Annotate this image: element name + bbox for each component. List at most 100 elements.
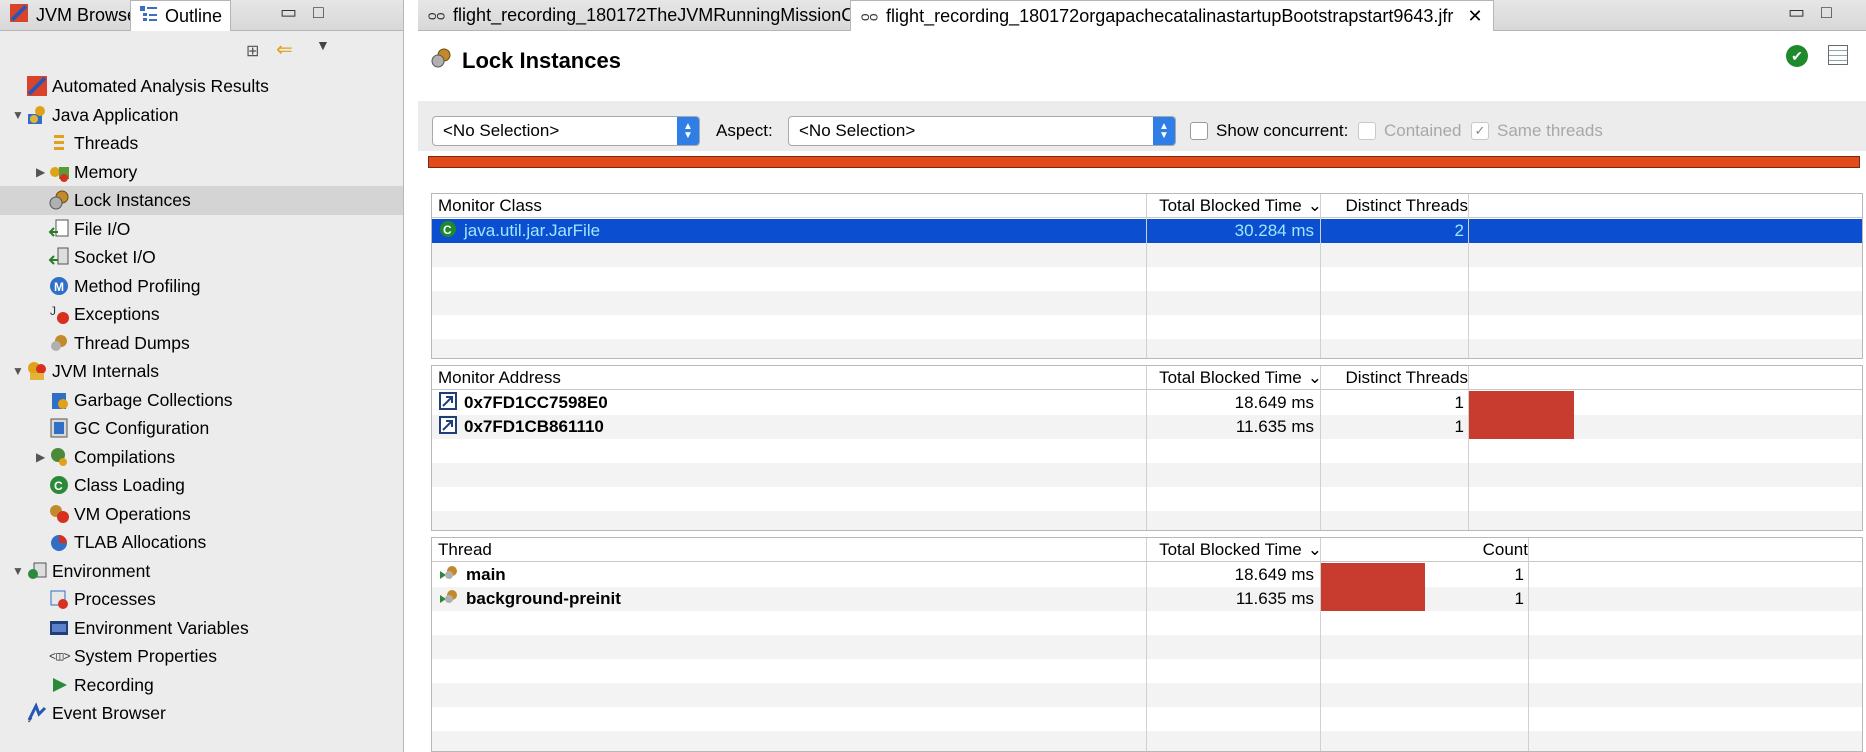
selection-combo[interactable]: <No Selection> ▲ ▼ [432, 116, 700, 146]
tree-item-method-profiling[interactable]: M Method Profiling [0, 272, 403, 301]
view-menu-icon[interactable]: ▼ [316, 37, 330, 53]
tree-item-label: TLAB Allocations [74, 532, 207, 552]
memory-icon [48, 161, 70, 183]
column-separator[interactable] [1146, 194, 1147, 358]
tree-item-memory[interactable]: ▶ Memory [0, 158, 403, 187]
tree-item-vm-operations[interactable]: VM Operations [0, 500, 403, 529]
table-row[interactable]: main 18.649 ms 1 [432, 563, 1862, 587]
tree-item-event-browser[interactable]: ✓ Event Browser [0, 699, 403, 728]
recording-file-icon: ᴑᴑ [861, 8, 879, 24]
share-bar [1321, 587, 1425, 611]
tree-item-label: Garbage Collections [74, 389, 233, 410]
expanded-arrow-icon[interactable]: ▼ [12, 365, 24, 377]
column-separator[interactable] [1146, 538, 1147, 751]
column-header[interactable]: Monitor Address [438, 366, 1138, 390]
jmc-window: JVM Browser Outline ▭ □ ⊞ ⇐ ▼ Automated … [0, 0, 1866, 752]
tree-item-environment[interactable]: ▼ Environment [0, 557, 403, 586]
tree-item-socket-i-o[interactable]: Socket I/O [0, 243, 403, 272]
tree-layout-icon[interactable]: ⊞ [246, 41, 259, 61]
tree-item-gc-configuration[interactable]: GC Configuration [0, 414, 403, 443]
table-row[interactable]: Cjava.util.jar.JarFile 30.284 ms 2 [432, 219, 1862, 243]
tree-item-processes[interactable]: Processes [0, 585, 403, 614]
table-row[interactable]: 0x7FD1CB861110 11.635 ms 1 [432, 415, 1862, 439]
tree-item-label: Memory [74, 161, 138, 182]
column-separator[interactable] [1320, 366, 1321, 530]
column-header[interactable]: Total Blocked Time ⌄ [1148, 366, 1322, 390]
tree-item-exceptions[interactable]: J Exceptions [0, 300, 403, 329]
empty-row [432, 267, 1862, 291]
close-icon[interactable]: ✕ [1467, 6, 1482, 27]
column-separator[interactable] [1146, 366, 1147, 530]
column-separator[interactable] [1528, 538, 1529, 751]
tab-outline[interactable]: Outline [130, 0, 232, 31]
maximize-icon[interactable]: □ [313, 2, 324, 23]
show-concurrent-checkbox[interactable]: Show concurrent: [1190, 121, 1348, 141]
blocked-time: 11.635 ms [1235, 417, 1314, 436]
column-header-label: Monitor Address [438, 368, 561, 387]
empty-row [432, 659, 1862, 683]
collapsed-arrow-icon[interactable]: ▶ [36, 166, 48, 178]
vm-operations-icon [48, 503, 70, 525]
outline-toolbar: ⊞ ⇐ ▼ [0, 31, 403, 71]
column-separator[interactable] [1468, 366, 1469, 530]
empty-row [432, 683, 1862, 707]
outline-tree: Automated Analysis Results ▼ Java Applicat… [0, 72, 403, 728]
minimize-icon[interactable]: ▭ [280, 2, 297, 23]
tree-item-label: Socket I/O [74, 247, 156, 267]
link-editor-icon[interactable]: ⇐ [276, 37, 293, 62]
tree-item-jvm-internals[interactable]: ▼ JVM Internals [0, 357, 403, 386]
tree-item-tlab-allocations[interactable]: TLAB Allocations [0, 528, 403, 557]
column-separator[interactable] [1320, 194, 1321, 358]
maximize-icon[interactable]: □ [1821, 2, 1832, 23]
column-header[interactable]: Count [1422, 538, 1528, 562]
aspect-combo[interactable]: <No Selection> ▲ ▼ [788, 116, 1176, 146]
tree-item-recording[interactable]: Recording [0, 671, 403, 700]
threads-icon [48, 132, 70, 154]
tree-item-class-loading[interactable]: C Class Loading [0, 471, 403, 500]
minimize-icon[interactable]: ▭ [1788, 2, 1805, 23]
tree-item-lock-instances[interactable]: Lock Instances [0, 186, 403, 215]
same-threads-checkbox[interactable]: ✓ Same threads [1471, 121, 1603, 141]
distinct-threads: 1 [1454, 393, 1464, 412]
column-separator[interactable] [1468, 194, 1469, 358]
column-separator[interactable] [1320, 538, 1321, 751]
expanded-arrow-icon[interactable]: ▼ [12, 109, 24, 121]
table-row[interactable]: background-preinit 11.635 ms 1 [432, 587, 1862, 611]
editor-tab-recording-2[interactable]: ᴑᴑ flight_recording_180172orgapachecatal… [850, 0, 1494, 31]
tab-label: Outline [165, 5, 223, 26]
tree-item-label: Exceptions [74, 304, 160, 324]
column-header[interactable]: Monitor Class [438, 194, 1138, 218]
tree-item-environment-variables[interactable]: Environment Variables [0, 614, 403, 643]
tree-item-threads[interactable]: Threads [0, 129, 403, 158]
column-header[interactable]: Total Blocked Time ⌄ [1148, 194, 1322, 218]
lock-icon [48, 189, 70, 211]
thread-icon [438, 587, 460, 612]
column-header-label: Monitor Class [438, 196, 542, 215]
column-header[interactable]: Thread [438, 538, 1138, 562]
tree-item-garbage-collections[interactable]: Garbage Collections [0, 386, 403, 415]
column-header[interactable]: Distinct Threads [1322, 194, 1468, 218]
tree-item-label: Event Browser [52, 703, 166, 723]
table-view-icon[interactable] [1828, 45, 1848, 65]
blocked-time: 18.649 ms [1234, 393, 1314, 412]
tree-item-compilations[interactable]: ▶ Compilations [0, 443, 403, 472]
expanded-arrow-icon[interactable]: ▼ [12, 565, 24, 577]
tree-item-thread-dumps[interactable]: Thread Dumps [0, 329, 403, 358]
table-row[interactable]: 0x7FD1CC7598E0 18.649 ms 1 [432, 391, 1862, 415]
tree-item-java-application[interactable]: ▼ Java Application [0, 101, 403, 130]
column-header-label: Total Blocked Time [1159, 196, 1302, 215]
share-bar [1321, 563, 1425, 587]
column-header[interactable]: Total Blocked Time ⌄ [1148, 538, 1322, 562]
contained-checkbox[interactable]: Contained [1358, 121, 1462, 141]
exceptions-icon: J [48, 303, 70, 325]
row-name: 0x7FD1CC7598E0 [464, 393, 608, 412]
distinct-threads: 1 [1454, 417, 1464, 436]
tree-item-automated-analysis-results[interactable]: Automated Analysis Results [0, 72, 403, 101]
collapsed-arrow-icon[interactable]: ▶ [36, 451, 48, 463]
tree-item-system-properties[interactable]: <◫> System Properties [0, 642, 403, 671]
tab-jvm-browser[interactable]: JVM Browser [0, 0, 151, 30]
column-header[interactable]: Distinct Threads [1322, 366, 1468, 390]
timeline-bar[interactable] [428, 156, 1860, 168]
tree-item-file-i-o[interactable]: File I/O [0, 215, 403, 244]
checkbox-box [1358, 122, 1376, 140]
